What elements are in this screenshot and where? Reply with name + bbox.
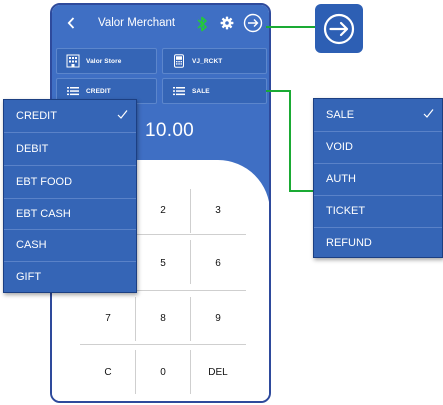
menu-item-cash[interactable]: CASH: [4, 229, 136, 261]
list-icon: [67, 87, 79, 96]
callout-line-logout: [266, 26, 316, 28]
logout-arrow-icon: [323, 13, 355, 44]
key-6[interactable]: 6: [191, 241, 245, 285]
transaction-type-tile[interactable]: SALE: [162, 78, 267, 104]
list-icon: [173, 87, 185, 96]
callout-line-transaction: [289, 90, 291, 191]
key-3[interactable]: 3: [191, 188, 245, 232]
key-2[interactable]: 2: [136, 188, 190, 232]
callout-line-transaction: [266, 90, 290, 92]
key-5[interactable]: 5: [136, 241, 190, 285]
menu-item-ebt-food[interactable]: EBT FOOD: [4, 166, 136, 198]
terminal-icon: [174, 54, 184, 68]
transaction-type-label: SALE: [192, 87, 210, 95]
keypad-divider: [80, 344, 246, 345]
logout-arrow-icon[interactable]: [243, 13, 263, 33]
menu-item-ebt-cash[interactable]: EBT CASH: [4, 198, 136, 230]
gear-icon[interactable]: [220, 16, 234, 30]
transaction-type-menu: SALE VOID AUTH TICKET REFUND: [313, 98, 443, 258]
key-8[interactable]: 8: [136, 296, 190, 340]
callout-line-transaction: [289, 190, 314, 192]
key-clear[interactable]: C: [81, 350, 135, 394]
payment-type-menu: CREDIT DEBIT EBT FOOD EBT CASH CASH GIFT: [3, 99, 137, 293]
store-label: Valor Store: [86, 57, 122, 65]
menu-item-debit[interactable]: DEBIT: [4, 133, 136, 165]
key-delete[interactable]: DEL: [191, 350, 245, 394]
key-9[interactable]: 9: [191, 296, 245, 340]
keypad-divider: [136, 234, 246, 235]
amount-display: 10.00: [145, 120, 195, 141]
menu-item-sale[interactable]: SALE: [314, 99, 442, 131]
menu-item-credit[interactable]: CREDIT: [4, 100, 136, 132]
checkmark-icon: [423, 109, 434, 118]
key-0[interactable]: 0: [136, 350, 190, 394]
menu-item-void[interactable]: VOID: [314, 131, 442, 163]
chevron-left-icon: [67, 17, 75, 29]
app-title: Valor Merchant: [98, 17, 176, 29]
receipt-tile[interactable]: VJ_RCKT: [162, 48, 267, 74]
menu-item-refund[interactable]: REFUND: [314, 227, 442, 259]
logout-callout[interactable]: [315, 4, 363, 53]
app-header: Valor Merchant: [52, 5, 269, 43]
menu-item-gift[interactable]: GIFT: [4, 261, 136, 293]
receipt-label: VJ_RCKT: [192, 57, 223, 65]
building-icon: [66, 54, 80, 68]
back-button[interactable]: [62, 13, 80, 33]
menu-item-ticket[interactable]: TICKET: [314, 195, 442, 227]
menu-item-auth[interactable]: AUTH: [314, 163, 442, 195]
checkmark-icon: [117, 110, 128, 119]
payment-type-label: CREDIT: [86, 87, 111, 95]
key-7[interactable]: 7: [81, 296, 135, 340]
bluetooth-icon: [197, 16, 207, 32]
store-tile[interactable]: Valor Store: [56, 48, 157, 74]
